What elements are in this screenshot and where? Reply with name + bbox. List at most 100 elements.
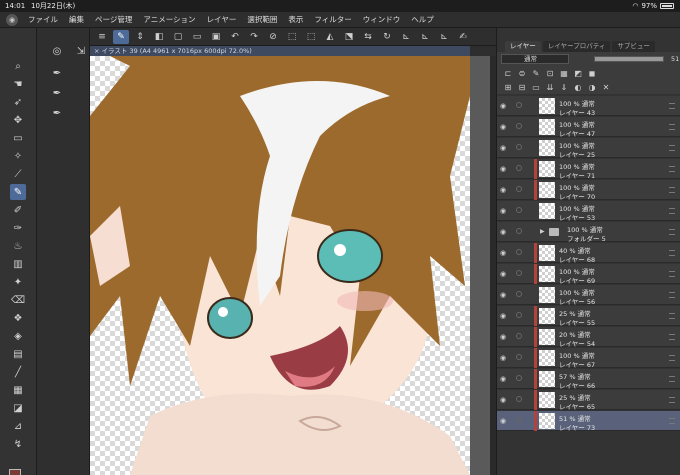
layer-lock-toggle[interactable] [516,270,522,276]
eye-icon[interactable]: ◉ [500,249,506,257]
drag-handle-icon[interactable] [669,292,675,298]
layer-row[interactable]: ◉ 25 % 通常 レイヤー 55 [497,306,680,327]
menu-help[interactable]: ヘルプ [411,14,434,25]
new-raster-icon[interactable]: ⊞ [503,82,513,92]
gradient-tool-icon[interactable]: ▤ [10,346,26,362]
drag-handle-icon[interactable] [669,376,675,382]
eye-icon[interactable]: ◉ [500,207,506,215]
drag-handle-icon[interactable] [669,250,675,256]
reference-icon[interactable]: ⊜ [517,68,527,78]
eye-icon[interactable]: ◉ [500,270,506,278]
fill-icon[interactable]: ◭ [322,30,338,44]
selection-tool-icon[interactable]: ▭ [10,130,26,146]
sparkle-tool-icon[interactable]: ✦ [10,274,26,290]
layer-row[interactable]: ◉ 100 % 通常 レイヤー 70 [497,180,680,201]
mask-add-icon[interactable]: ◐ [573,82,583,92]
blend-tool-icon[interactable]: ❖ [10,310,26,326]
transform-icon[interactable]: ⬔ [341,30,357,44]
drag-handle-icon[interactable] [669,124,675,130]
snap-ruler-icon[interactable]: ⊾ [398,30,414,44]
view-icon[interactable]: ◧ [151,30,167,44]
menu-filter[interactable]: フィルター [314,14,351,25]
current-tool-icon[interactable]: ✎ [113,29,129,44]
drag-handle-icon[interactable] [669,145,675,151]
frame-tool-icon[interactable]: ▦ [10,382,26,398]
undo-icon[interactable]: ↶ [227,30,243,44]
eyedropper-icon[interactable]: ⟋ [10,166,26,182]
menu-page[interactable]: ページ管理 [95,14,132,25]
save-icon[interactable]: ▣ [208,30,224,44]
layer-lock-toggle[interactable] [516,375,522,381]
menu-window[interactable]: ウィンドウ [363,14,401,25]
mask-apply-icon[interactable]: ◑ [587,82,597,92]
layer-lock-toggle[interactable] [516,123,522,129]
snap-grid-icon[interactable]: ⊾ [436,30,452,44]
layer-lock-toggle[interactable] [516,207,522,213]
drag-handle-icon[interactable] [669,187,675,193]
folder-expand-icon[interactable]: ▶ [540,228,545,235]
drag-handle-icon[interactable] [669,313,675,319]
redo-icon[interactable]: ↷ [246,30,262,44]
layer-row[interactable]: ◉ 100 % 通常 レイヤー 71 [497,159,680,180]
eye-icon[interactable]: ◉ [500,312,506,320]
layer-row[interactable]: ◉ 100 % 通常 レイヤー 53 [497,201,680,222]
layer-row[interactable]: ◉ 100 % 通常 レイヤー 56 [497,285,680,306]
layer-row[interactable]: ◉ 100 % 通常 レイヤー 69 [497,264,680,285]
layer-row[interactable]: ◉ 57 % 通常 レイヤー 66 [497,369,680,390]
opacity-slider[interactable] [594,56,664,62]
transfer-down-icon[interactable]: ⇊ [545,82,555,92]
layer-row[interactable]: ◉ 100 % 通常 レイヤー 43 [497,96,680,117]
eye-icon[interactable]: ◉ [500,375,506,383]
layer-lock-toggle[interactable] [516,333,522,339]
brush-tool-icon[interactable]: ✑ [10,220,26,236]
layer-lock-toggle[interactable] [516,144,522,150]
subtool-pen-c-icon[interactable]: ✒ [49,106,65,120]
magic-wand-icon[interactable]: ✧ [10,148,26,164]
delete-layer-icon[interactable]: ✕ [601,82,611,92]
blend-mode-select[interactable]: 通常 [501,54,569,64]
menu-file[interactable]: ファイル [28,14,58,25]
main-color-swatch[interactable] [9,469,21,475]
drag-handle-icon[interactable] [669,229,675,235]
mask-icon[interactable]: ◩ [573,68,583,78]
flip-icon[interactable]: ⇆ [360,30,376,44]
layer-row[interactable]: ◉ ▶ 100 % 通常 フォルダー 5 [497,222,680,243]
layer-lock-toggle[interactable] [516,249,522,255]
layer-lock-toggle[interactable] [516,291,522,297]
eye-icon[interactable]: ◉ [500,186,506,194]
menu-icon[interactable]: ≡ [94,30,110,44]
rotate-icon[interactable]: ↻ [379,30,395,44]
drag-handle-icon[interactable] [669,397,675,403]
app-logo-icon[interactable]: ◉ [6,13,18,26]
clear-icon[interactable]: ⊘ [265,30,281,44]
clip-icon[interactable]: ⊏ [503,68,513,78]
eye-icon[interactable]: ◉ [500,228,506,236]
layer-row[interactable]: ◉ 51 % 通常 レイヤー 73 [497,411,680,432]
canvas-area[interactable] [90,56,496,475]
drag-handle-icon[interactable] [669,166,675,172]
menu-view[interactable]: 表示 [288,14,303,25]
balloon-tool-icon[interactable]: ◪ [10,400,26,416]
tool-switch-icon[interactable]: ⇕ [132,30,148,44]
airbrush-tool-icon[interactable]: ♨ [10,238,26,254]
figure-tool-icon[interactable]: ╱ [10,364,26,380]
layer-lock-toggle[interactable] [516,396,522,402]
menu-layer[interactable]: レイヤー [207,14,237,25]
layer-row[interactable]: ◉ 20 % 通常 レイヤー 54 [497,327,680,348]
layer-lock-toggle[interactable] [516,228,522,234]
layer-lock-toggle[interactable] [516,354,522,360]
layer-lock-toggle[interactable] [516,186,522,192]
eye-icon[interactable]: ◉ [500,291,506,299]
color-swatches[interactable] [9,469,27,475]
drag-handle-icon[interactable] [669,103,675,109]
lock-icon[interactable]: ⊡ [545,68,555,78]
pen-tool-icon[interactable]: ✎ [10,184,26,200]
drag-handle-icon[interactable] [669,334,675,340]
layer-lock-toggle[interactable] [516,417,522,423]
layer-row[interactable]: ◉ 25 % 通常 レイヤー 65 [497,390,680,411]
layer-lock-toggle[interactable] [516,102,522,108]
lock-transparent-icon[interactable]: ▦ [559,68,569,78]
decoration-tool-icon[interactable]: ▥ [10,256,26,272]
fill-tool-icon[interactable]: ◈ [10,328,26,344]
pencil-tool-icon[interactable]: ✐ [10,202,26,218]
